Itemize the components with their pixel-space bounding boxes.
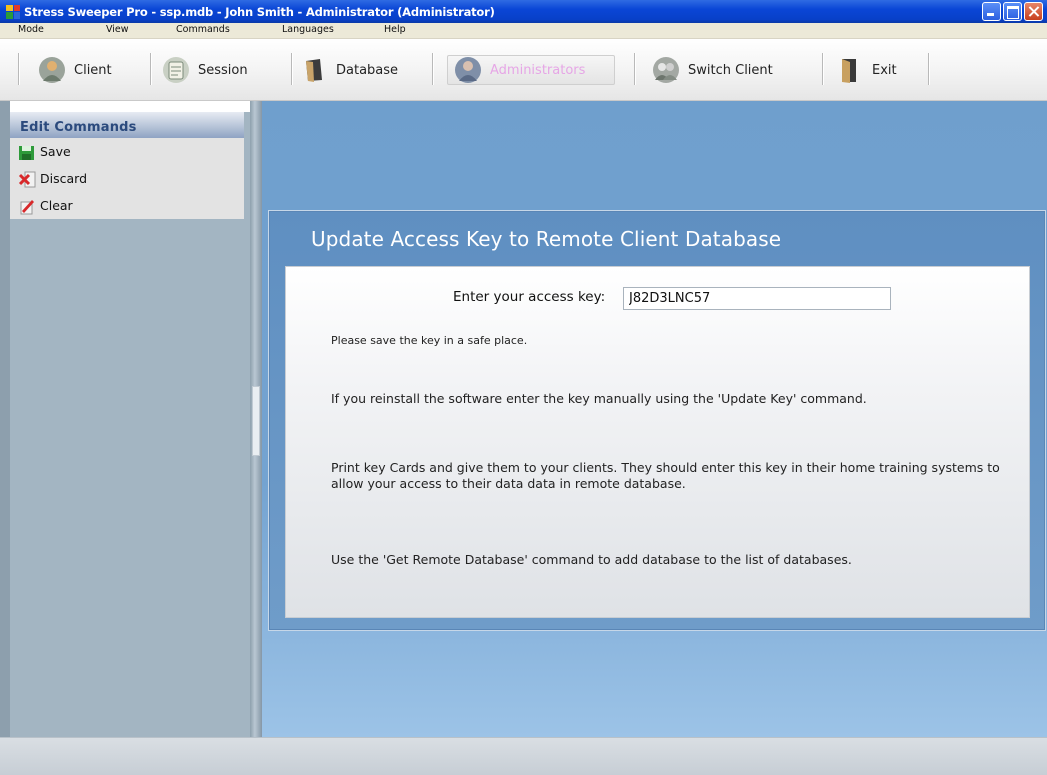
menu-mode[interactable]: Mode <box>18 24 44 35</box>
left-border <box>0 101 10 737</box>
main-toolbar: Client Session Database Administrators S… <box>0 39 1047 101</box>
panel-splitter[interactable] <box>250 101 262 737</box>
toolbar-separator <box>291 53 293 85</box>
clear-icon <box>18 197 36 215</box>
toolbar-separator <box>928 53 930 85</box>
menu-view[interactable]: View <box>106 24 129 35</box>
toolbar-separator <box>18 53 20 85</box>
close-button[interactable] <box>1024 2 1043 21</box>
toolbar-client-label: Client <box>74 62 112 78</box>
toolbar-switch-client-button[interactable]: Switch Client <box>652 55 773 85</box>
menu-commands[interactable]: Commands <box>176 24 230 35</box>
toolbar-exit-button[interactable]: Exit <box>836 55 897 85</box>
exit-icon <box>836 56 864 84</box>
edit-commands-header: Edit Commands <box>10 112 244 138</box>
left-sidebar: Edit Commands Save Discard Clear <box>10 112 250 737</box>
discard-command[interactable]: Discard <box>10 165 244 192</box>
toolbar-separator <box>150 53 152 85</box>
toolbar-exit-label: Exit <box>872 62 897 78</box>
toolbar-client-button[interactable]: Client <box>38 55 112 85</box>
toolbar-database-button[interactable]: Database <box>300 55 398 85</box>
toolbar-separator <box>634 53 636 85</box>
menu-languages[interactable]: Languages <box>282 24 334 35</box>
database-icon <box>300 56 328 84</box>
remote-database-note: Use the 'Get Remote Database' command to… <box>331 552 852 567</box>
discard-label: Discard <box>40 171 87 186</box>
access-key-input[interactable] <box>623 287 891 310</box>
save-label: Save <box>40 144 71 159</box>
menu-help[interactable]: Help <box>384 24 406 35</box>
clear-label: Clear <box>40 198 73 213</box>
maximize-button[interactable] <box>1003 2 1022 21</box>
toolbar-session-button[interactable]: Session <box>162 55 248 85</box>
panel-body: Enter your access key: Please save the k… <box>285 266 1030 618</box>
toolbar-separator <box>822 53 824 85</box>
access-key-label: Enter your access key: <box>453 289 606 305</box>
toolbar-session-label: Session <box>198 62 248 78</box>
app-icon <box>6 4 20 19</box>
splitter-grip[interactable] <box>252 386 260 456</box>
toolbar-database-label: Database <box>336 62 399 78</box>
discard-icon <box>18 170 36 188</box>
key-cards-note: Print key Cards and give them to your cl… <box>331 460 1000 491</box>
edit-commands-panel: Edit Commands Save Discard Clear <box>10 112 244 219</box>
save-command[interactable]: Save <box>10 138 244 165</box>
save-icon <box>18 143 36 161</box>
administrators-icon <box>454 56 482 84</box>
title-bar[interactable]: Stress Sweeper Pro - ssp.mdb - John Smit… <box>0 0 1047 23</box>
access-key-panel: Update Access Key to Remote Client Datab… <box>268 210 1046 631</box>
toolbar-administrators-button[interactable]: Administrators <box>447 55 615 85</box>
switch-client-icon <box>652 56 680 84</box>
window-title: Stress Sweeper Pro - ssp.mdb - John Smit… <box>24 4 495 19</box>
save-key-note: Please save the key in a safe place. <box>331 334 528 347</box>
client-icon <box>38 56 66 84</box>
reinstall-note: If you reinstall the software enter the … <box>331 391 867 406</box>
toolbar-separator <box>432 53 434 85</box>
session-icon <box>162 56 190 84</box>
toolbar-switch-client-label: Switch Client <box>688 62 773 78</box>
minimize-button[interactable] <box>982 2 1001 21</box>
clear-command[interactable]: Clear <box>10 192 244 219</box>
panel-title: Update Access Key to Remote Client Datab… <box>311 227 782 251</box>
status-bar <box>0 737 1047 775</box>
toolbar-administrators-label: Administrators <box>490 62 586 78</box>
menu-bar: Mode View Commands Languages Help <box>0 23 1047 39</box>
